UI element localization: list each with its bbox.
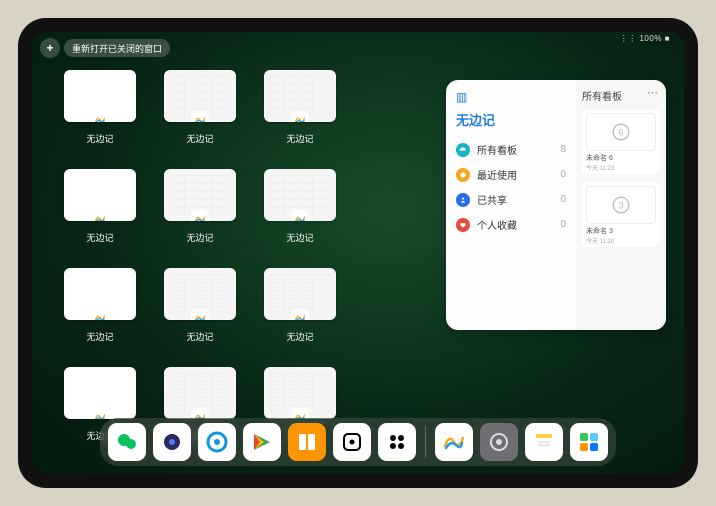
board-card[interactable]: 3 未命名 3 今天 11:20 bbox=[582, 182, 660, 247]
dock-app-settings[interactable] bbox=[480, 423, 518, 461]
menu-item-cloud[interactable]: 所有看板 8 bbox=[456, 137, 566, 162]
menu-item-clock[interactable]: 最近使用 0 bbox=[456, 162, 566, 187]
window-thumbnail bbox=[264, 169, 336, 221]
heart-icon bbox=[456, 218, 470, 232]
reopen-closed-window-button[interactable]: 重新打开已关闭的窗口 bbox=[64, 39, 170, 57]
window-label: 无边记 bbox=[286, 330, 313, 343]
panel-title: 无边记 bbox=[456, 110, 566, 129]
dock bbox=[100, 418, 616, 466]
clock-icon bbox=[456, 168, 470, 182]
window-tile[interactable]: 无边记 bbox=[160, 70, 240, 145]
window-label: 无边记 bbox=[186, 132, 213, 145]
dock-app-notes[interactable] bbox=[525, 423, 563, 461]
window-thumbnail bbox=[64, 169, 136, 221]
window-thumbnail bbox=[264, 70, 336, 122]
cloud-icon bbox=[456, 143, 470, 157]
window-label: 无边记 bbox=[286, 132, 313, 145]
freeform-app-icon bbox=[291, 210, 309, 221]
menu-label: 所有看板 bbox=[477, 142, 517, 157]
menu-item-heart[interactable]: 个人收藏 0 bbox=[456, 212, 566, 237]
freeform-app-icon bbox=[191, 111, 209, 122]
window-tile[interactable]: 无边记 bbox=[160, 169, 240, 244]
panel-boards: 所有看板 6 未命名 6 今天 11:23 3 未命名 3 今天 11:20 bbox=[576, 80, 666, 330]
menu-label: 已共享 bbox=[477, 192, 507, 207]
ipad-frame: ⋮⋮ 100% ■ + 重新打开已关闭的窗口 无边记 无边记 无边记 无边记 无… bbox=[18, 18, 698, 488]
board-card[interactable]: 6 未命名 6 今天 11:23 bbox=[582, 109, 660, 174]
menu-label: 个人收藏 bbox=[477, 217, 517, 232]
freeform-app-icon bbox=[91, 408, 109, 419]
sidebar-toggle-icon[interactable]: ▥ bbox=[456, 90, 566, 104]
window-label: 无边记 bbox=[86, 231, 113, 244]
freeform-app-icon bbox=[91, 309, 109, 320]
window-thumbnail bbox=[164, 169, 236, 221]
window-label: 无边记 bbox=[86, 330, 113, 343]
dock-app-library[interactable] bbox=[570, 423, 608, 461]
panel-sidebar: ▥ 无边记 所有看板 8 最近使用 0 已共享 0 个人收藏 0 bbox=[446, 80, 576, 330]
dock-separator bbox=[425, 426, 426, 458]
menu-count: 8 bbox=[560, 144, 566, 155]
menu-count: 0 bbox=[560, 169, 566, 180]
window-thumbnail bbox=[64, 268, 136, 320]
window-thumbnail bbox=[164, 367, 236, 419]
window-tile[interactable]: 无边记 bbox=[260, 268, 340, 343]
window-thumbnail bbox=[164, 70, 236, 122]
menu-count: 0 bbox=[560, 219, 566, 230]
window-thumbnail bbox=[64, 70, 136, 122]
dock-app-obsidian[interactable] bbox=[378, 423, 416, 461]
dock-app-play[interactable] bbox=[243, 423, 281, 461]
dock-app-books[interactable] bbox=[288, 423, 326, 461]
window-tile[interactable]: 无边记 bbox=[160, 268, 240, 343]
new-window-button[interactable]: + bbox=[40, 38, 60, 58]
status-bar: ⋮⋮ 100% ■ bbox=[620, 34, 670, 43]
top-controls: + 重新打开已关闭的窗口 bbox=[40, 38, 170, 58]
window-tile[interactable]: 无边记 bbox=[60, 70, 140, 145]
share-icon bbox=[456, 193, 470, 207]
window-thumbnail bbox=[264, 268, 336, 320]
freeform-app-icon bbox=[291, 309, 309, 320]
screen: ⋮⋮ 100% ■ + 重新打开已关闭的窗口 无边记 无边记 无边记 无边记 无… bbox=[32, 32, 684, 474]
freeform-app-icon bbox=[191, 210, 209, 221]
freeform-app-icon bbox=[91, 111, 109, 122]
board-preview: 3 bbox=[586, 186, 656, 224]
window-label: 无边记 bbox=[186, 330, 213, 343]
window-tile[interactable]: 无边记 bbox=[60, 268, 140, 343]
freeform-app-icon bbox=[291, 111, 309, 122]
window-tile[interactable]: 无边记 bbox=[260, 169, 340, 244]
freeform-app-icon bbox=[191, 309, 209, 320]
window-grid: 无边记 无边记 无边记 无边记 无边记 无边记 无边记 无边记 无边记 无边记 … bbox=[60, 70, 340, 442]
svg-text:6: 6 bbox=[618, 127, 623, 137]
window-thumbnail bbox=[64, 367, 136, 419]
board-preview: 6 bbox=[586, 113, 656, 151]
window-thumbnail bbox=[264, 367, 336, 419]
more-icon[interactable]: ⋯ bbox=[647, 86, 658, 99]
freeform-panel[interactable]: ⋯ ▥ 无边记 所有看板 8 最近使用 0 已共享 0 个人收藏 0 所有看板 … bbox=[446, 80, 666, 330]
freeform-app-icon bbox=[91, 210, 109, 221]
board-timestamp: 今天 11:20 bbox=[586, 236, 656, 245]
menu-item-share[interactable]: 已共享 0 bbox=[456, 187, 566, 212]
board-label: 未命名 3 bbox=[586, 226, 656, 236]
window-label: 无边记 bbox=[86, 132, 113, 145]
dock-app-qqbrowser[interactable] bbox=[198, 423, 236, 461]
window-label: 无边记 bbox=[286, 231, 313, 244]
dock-app-dice[interactable] bbox=[333, 423, 371, 461]
svg-text:3: 3 bbox=[618, 200, 623, 210]
menu-count: 0 bbox=[560, 194, 566, 205]
menu-label: 最近使用 bbox=[477, 167, 517, 182]
dock-app-wechat[interactable] bbox=[108, 423, 146, 461]
window-label: 无边记 bbox=[186, 231, 213, 244]
dock-app-quark[interactable] bbox=[153, 423, 191, 461]
window-tile[interactable]: 无边记 bbox=[60, 169, 140, 244]
window-thumbnail bbox=[164, 268, 236, 320]
dock-app-freeform[interactable] bbox=[435, 423, 473, 461]
window-tile[interactable]: 无边记 bbox=[260, 70, 340, 145]
board-label: 未命名 6 bbox=[586, 153, 656, 163]
board-timestamp: 今天 11:23 bbox=[586, 163, 656, 172]
